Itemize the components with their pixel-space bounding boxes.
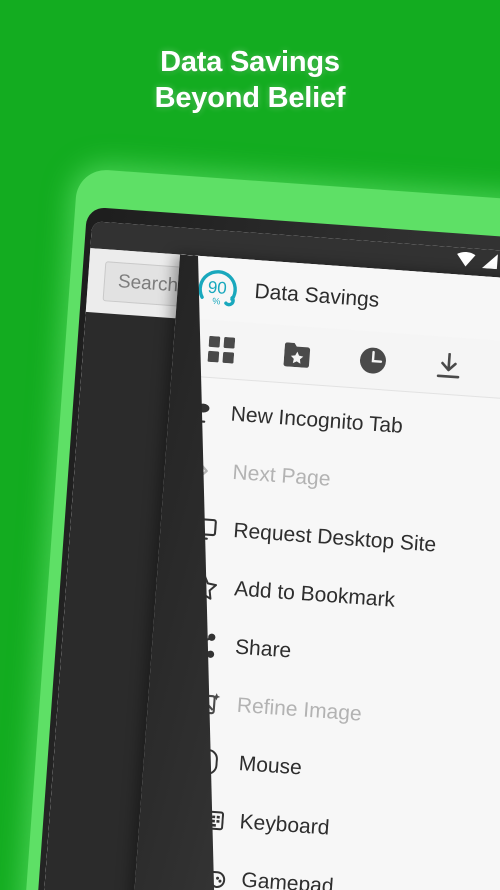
star-outline-icon (185, 573, 221, 601)
speed-dial-icon[interactable] (200, 328, 243, 371)
menu-item-label: Next Page (231, 460, 332, 491)
incognito-add-icon (182, 399, 218, 426)
page-title: Data Savings Beyond Belief (0, 44, 500, 116)
phone-mockup: 12:30 Search (19, 168, 500, 890)
chevron-right-icon (184, 457, 220, 483)
mouse-icon (190, 748, 226, 776)
menu-item-label: Refine Image (236, 693, 363, 726)
data-savings-gauge-icon: 90 % (194, 264, 241, 314)
data-savings-label: Data Savings (253, 279, 381, 312)
menu-item-label: Mouse (238, 752, 303, 780)
menu-item-list: New Incognito Tab Next Page Request Desk… (134, 375, 500, 890)
signal-icon (482, 253, 499, 274)
menu-item-label: Gamepad (240, 868, 335, 890)
search-input-text: Search (117, 271, 179, 297)
promo-screenshot: Data Savings Beyond Belief 12:30 (0, 0, 500, 890)
headline-line-1: Data Savings (160, 46, 340, 78)
menu-item-label: New Incognito Tab (229, 402, 404, 438)
browser-menu-panel: 90 % Data Savings New Incognito Tab Next… (127, 254, 500, 890)
desktop-monitor-icon (185, 516, 221, 542)
wifi-icon (456, 251, 476, 272)
gauge-unit-text: % (212, 296, 221, 307)
gauge-value-text: 90 (207, 278, 227, 298)
headline-line-2: Beyond Belief (154, 82, 346, 114)
gamepad-icon (193, 867, 228, 889)
refine-image-icon (188, 690, 224, 716)
phone-screen: 12:30 Search (37, 221, 500, 890)
keyboard-icon (191, 808, 226, 832)
menu-item-label: Request Desktop Site (232, 519, 437, 557)
downloads-icon[interactable] (427, 344, 470, 387)
menu-item-label: Keyboard (238, 810, 331, 840)
menu-item-label: Share (234, 635, 292, 663)
bookmarks-icon[interactable] (276, 333, 319, 376)
history-icon[interactable] (352, 339, 395, 382)
menu-item-label: Add to Bookmark (233, 577, 396, 612)
share-icon (186, 631, 222, 659)
phone-body: 12:30 Search (31, 206, 500, 890)
